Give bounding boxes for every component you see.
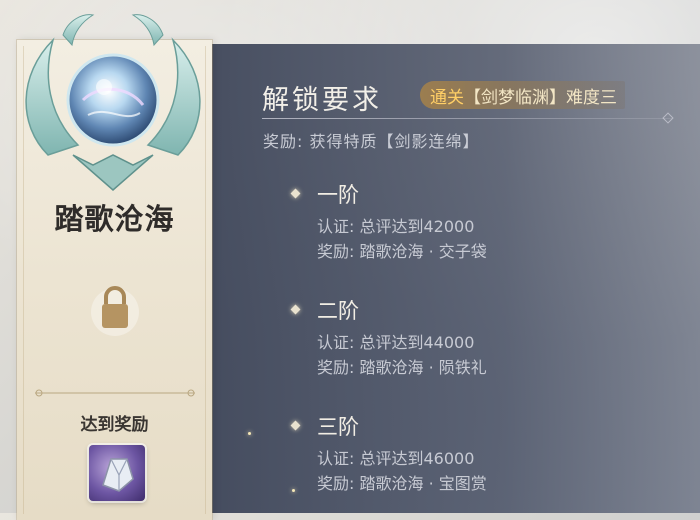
tier-reward: 奖励: 踏歌沧海 · 宝图赏 [317, 474, 487, 493]
tier-cert: 认证: 总评达到46000 [317, 449, 475, 468]
tier-name: 一阶 [317, 183, 359, 207]
unlock-heading: 解锁要求 [262, 85, 382, 116]
padlock-icon [91, 286, 139, 336]
requirement-stage: 【剑梦临渊】 [464, 87, 566, 108]
silver-ingot-icon [102, 458, 134, 492]
tier-reward: 奖励: 踏歌沧海 · 交子袋 [317, 242, 487, 261]
banner-divider [35, 389, 195, 397]
heading-divider [262, 118, 672, 119]
tier-cert: 认证: 总评达到42000 [317, 217, 475, 236]
light-mote [292, 489, 295, 492]
reward-item-slot[interactable] [89, 445, 145, 501]
light-mote [248, 432, 251, 435]
title-name: 踏歌沧海 [54, 202, 175, 236]
requirement-difficulty: 难度三 [566, 87, 617, 108]
unlock-reward-text: 奖励: 获得特质【剑影连绵】 [263, 132, 480, 151]
requirement-prefix: 通关 [430, 87, 464, 108]
tier-name: 三阶 [317, 415, 359, 439]
tier-reward: 奖励: 踏歌沧海 · 陨铁礼 [317, 358, 487, 377]
tier-cert: 认证: 总评达到44000 [317, 333, 475, 352]
reward-label: 达到奖励 [80, 415, 149, 435]
tier-name: 二阶 [317, 299, 359, 323]
requirement-tag: 通关 【剑梦临渊】 难度三 [420, 81, 625, 109]
title-emblem-icon [25, 14, 201, 191]
